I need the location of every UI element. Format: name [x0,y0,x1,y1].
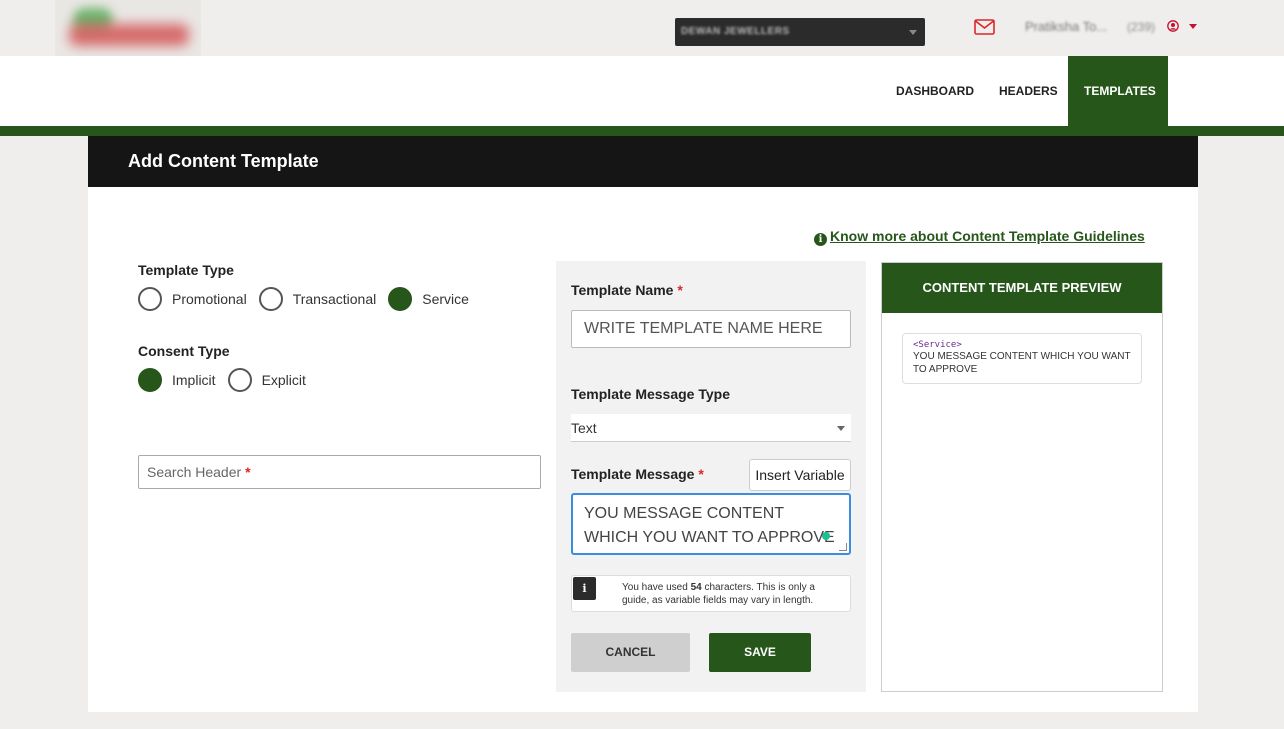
grammar-check-icon[interactable] [822,532,830,540]
template-name-label: Template Name * [571,282,683,298]
guidelines-link[interactable]: i Know more about Content Template Guidel… [814,228,1145,246]
chevron-down-icon [909,30,917,35]
main-nav: DASHBOARD HEADERS TEMPLATES [0,56,1284,126]
user-menu-chevron-icon[interactable] [1189,24,1197,29]
info-icon: i [814,233,827,246]
character-count-text: You have used 54 characters. This is onl… [622,582,815,606]
template-name-input[interactable]: WRITE TEMPLATE NAME HERE [571,310,851,348]
character-count: 54 [690,582,702,593]
nav-divider [0,126,1284,136]
template-preview-panel: CONTENT TEMPLATE PREVIEW <Service> YOU M… [881,262,1163,692]
radio-checked-icon[interactable] [138,368,162,392]
message-type-label: Template Message Type [571,386,730,402]
radio-icon[interactable] [138,287,162,311]
required-mark: * [245,464,251,480]
save-button[interactable]: SAVE [709,633,811,672]
template-message-value: YOU MESSAGE CONTENT WHICH YOU WANT TO AP… [584,505,835,546]
required-mark: * [698,466,704,482]
message-type-select[interactable]: Text [571,414,851,442]
radio-label: Explicit [261,372,306,388]
radio-explicit[interactable]: Explicit [227,368,306,392]
template-name-label-text: Template Name [571,282,674,298]
template-type-group: Promotional Transactional Service [138,287,481,311]
required-mark: * [677,282,683,298]
template-name-placeholder: WRITE TEMPLATE NAME HERE [584,320,823,337]
search-header-input[interactable]: Search Header * [138,455,541,489]
user-circle-icon[interactable] [1167,20,1179,32]
template-message-label-text: Template Message [571,466,695,482]
radio-label: Implicit [172,372,216,388]
insert-variable-button[interactable]: Insert Variable [749,459,851,491]
radio-label: Service [422,291,469,307]
page-title: Add Content Template [88,136,1198,187]
radio-icon[interactable] [258,287,283,311]
user-name[interactable]: Pratiksha To... [1025,19,1107,34]
guidelines-link-text: Know more about Content Template Guideli… [830,228,1145,244]
preview-message-text: YOU MESSAGE CONTENT WHICH YOU WANT TO AP… [913,351,1131,375]
preview-type-tag: <Service> [913,340,962,350]
nav-templates[interactable]: TEMPLATES [1068,56,1168,126]
nav-dashboard[interactable]: DASHBOARD [880,56,990,126]
radio-label: Transactional [292,291,377,307]
template-message-label: Template Message * [571,466,704,482]
chevron-down-icon [837,426,845,431]
preview-message-bubble: <Service> YOU MESSAGE CONTENT WHICH YOU … [902,333,1142,384]
content-template-card: Add Content Template i Know more about Co… [88,136,1198,712]
mail-icon[interactable] [974,19,995,35]
radio-service[interactable]: Service [388,287,469,311]
radio-implicit[interactable]: Implicit [138,368,216,392]
template-type-label: Template Type [138,262,234,278]
consent-type-group: Implicit Explicit [138,368,318,392]
template-message-textarea[interactable]: YOU MESSAGE CONTENT WHICH YOU WANT TO AP… [571,493,851,555]
preview-title: CONTENT TEMPLATE PREVIEW [882,263,1162,313]
top-bar: DEWAN JEWELLERS Pratiksha To... (239) [0,0,1284,62]
radio-transactional[interactable]: Transactional [258,287,377,311]
message-type-value: Text [571,420,597,436]
company-select[interactable]: DEWAN JEWELLERS [675,18,925,46]
user-count: (239) [1127,20,1156,34]
company-logo[interactable] [55,0,201,62]
company-select-value: DEWAN JEWELLERS [681,26,790,37]
radio-checked-icon[interactable] [388,287,413,311]
search-header-placeholder: Search Header [147,464,242,480]
radio-icon[interactable] [227,368,252,392]
info-icon: i [573,577,596,600]
radio-label: Promotional [172,291,247,307]
radio-promotional[interactable]: Promotional [138,287,247,311]
resize-handle-icon[interactable] [839,543,847,551]
nav-headers[interactable]: HEADERS [983,56,1074,126]
consent-type-label: Consent Type [138,343,230,359]
cancel-button[interactable]: CANCEL [571,633,690,672]
character-count-note: i You have used 54 characters. This is o… [571,575,851,612]
template-form-panel: Template Name * WRITE TEMPLATE NAME HERE… [556,261,866,692]
